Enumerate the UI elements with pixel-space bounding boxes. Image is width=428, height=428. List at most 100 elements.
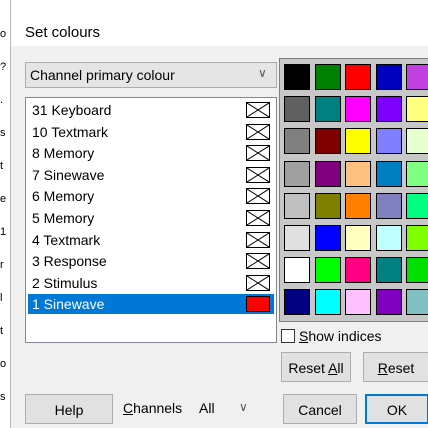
no-colour-icon [246, 102, 270, 118]
background-text-fragment: ? [0, 61, 7, 73]
channel-label: 1 Sinewave [32, 296, 105, 313]
chevron-down-icon: ∨ [239, 400, 248, 414]
palette-colour-cell[interactable] [345, 192, 371, 219]
channel-list-item[interactable]: 3 Response [28, 251, 274, 271]
palette-colour-cell[interactable] [314, 160, 341, 187]
chevron-down-icon: ∨ [258, 66, 267, 80]
no-colour-icon [246, 123, 270, 140]
palette-colour-cell[interactable] [406, 96, 428, 123]
dialog-title: Set colours [25, 24, 101, 41]
ok-label: OK [386, 402, 408, 418]
palette-colour-cell[interactable] [345, 128, 371, 155]
palette-colour-cell[interactable] [314, 225, 341, 251]
palette-colour-cell[interactable] [375, 64, 402, 90]
channel-list-item[interactable]: 6 Memory [28, 186, 274, 206]
palette-colour-cell[interactable] [406, 225, 428, 251]
background-text-fragment: o [0, 28, 7, 40]
palette-colour-cell[interactable] [284, 160, 310, 187]
channel-label: 3 Response [32, 253, 107, 270]
channel-list-item[interactable]: 4 Textmark [28, 230, 274, 250]
palette-colour-cell[interactable] [284, 257, 310, 284]
channel-list[interactable]: 31 Keyboard 10 Textmark 8 Memory 7 Sinewave… [25, 97, 277, 343]
palette-colour-cell[interactable] [406, 257, 428, 284]
palette-colour-cell[interactable] [284, 192, 310, 219]
channels-select[interactable]: All ∨ [197, 398, 255, 420]
palette-colour-cell[interactable] [314, 192, 341, 219]
no-colour-icon [246, 210, 270, 226]
palette-colour-cell[interactable] [375, 289, 402, 316]
title-bar: Set colours [11, 0, 428, 46]
reset-all-label: Reset All [288, 360, 344, 376]
palette-colour-cell[interactable] [375, 225, 402, 251]
no-colour-icon [246, 253, 270, 270]
reset-all-button[interactable]: Reset All [281, 352, 351, 382]
palette-colour-cell[interactable] [345, 64, 371, 90]
palette-colour-cell[interactable] [284, 96, 310, 123]
reset-button[interactable]: Reset [363, 352, 428, 382]
palette-colour-cell[interactable] [375, 96, 402, 123]
palette-colour-cell[interactable] [345, 160, 371, 187]
palette-colour-cell[interactable] [314, 64, 341, 90]
palette-colour-cell[interactable] [406, 128, 428, 155]
channel-list-item[interactable]: 31 Keyboard [28, 100, 274, 120]
palette-colour-cell[interactable] [375, 160, 402, 187]
background-text-fragment: t [0, 325, 4, 337]
no-colour-icon [246, 145, 270, 162]
channels-select-value: All [199, 400, 215, 416]
channel-list-item[interactable]: 2 Stimulus [28, 273, 274, 293]
cancel-button[interactable]: Cancel [283, 394, 357, 424]
no-colour-icon [246, 274, 270, 291]
checkbox-box[interactable] [281, 329, 295, 343]
palette-colour-cell[interactable] [375, 128, 402, 155]
background-text-fragment: t [0, 160, 4, 172]
palette-colour-cell[interactable] [284, 128, 310, 155]
background-text-fragment: s [0, 391, 6, 403]
background-text-fragment: e [0, 193, 7, 205]
palette-colour-cell[interactable] [284, 289, 310, 316]
colour-type-select[interactable]: Channel primary colour ∨ [25, 62, 277, 88]
help-label: Help [54, 402, 84, 418]
channels-label: Channels [123, 400, 183, 416]
channel-list-item[interactable]: 10 Textmark [28, 122, 274, 142]
palette-colour-cell[interactable] [284, 64, 310, 90]
palette-colour-cell[interactable] [284, 225, 310, 251]
help-button[interactable]: Help [25, 394, 113, 424]
palette-colour-cell[interactable] [314, 257, 341, 284]
palette-colour-cell[interactable] [375, 257, 402, 284]
show-indices-label: Show indices [299, 328, 382, 344]
background-text-fragment: l [0, 292, 3, 304]
colour-type-select-value: Channel primary colour [30, 67, 175, 83]
channel-label: 5 Memory [32, 210, 95, 226]
channel-label: 2 Stimulus [32, 274, 98, 291]
palette-colour-cell[interactable] [345, 96, 371, 123]
palette-colour-cell[interactable] [406, 192, 428, 219]
channel-list-item[interactable]: 1 Sinewave [28, 294, 274, 315]
ok-button[interactable]: OK [365, 394, 428, 424]
channel-list-item[interactable]: 7 Sinewave [28, 165, 274, 185]
palette-colour-cell[interactable] [406, 160, 428, 187]
background-window-strip: o?. s t e 1 r l t o s [0, 0, 10, 428]
channel-list-item[interactable]: 8 Memory [28, 143, 274, 163]
palette-colour-cell[interactable] [314, 96, 341, 123]
background-text-fragment: r [0, 259, 4, 271]
set-colours-dialog: Set colours Channel primary colour ∨ 31 … [10, 0, 428, 428]
channel-label: 31 Keyboard [32, 102, 112, 118]
no-colour-icon [246, 231, 270, 248]
channel-colour-swatch [246, 296, 270, 313]
cancel-label: Cancel [298, 402, 342, 418]
palette-colour-cell[interactable] [406, 289, 428, 316]
channel-label: 8 Memory [32, 145, 95, 162]
palette-colour-cell[interactable] [345, 225, 371, 251]
background-text-fragment: . [0, 94, 4, 106]
no-colour-icon [246, 166, 270, 183]
palette-colour-cell[interactable] [314, 128, 341, 155]
palette-colour-cell[interactable] [345, 289, 371, 316]
channel-label: 7 Sinewave [32, 166, 105, 183]
palette-colour-cell[interactable] [314, 289, 341, 316]
palette-colour-cell[interactable] [345, 257, 371, 284]
palette-colour-cell[interactable] [375, 192, 402, 219]
channel-list-item[interactable]: 5 Memory [28, 208, 274, 228]
background-text-fragment: 1 [0, 226, 7, 238]
palette-colour-cell[interactable] [406, 64, 428, 90]
channel-label: 6 Memory [32, 188, 95, 205]
